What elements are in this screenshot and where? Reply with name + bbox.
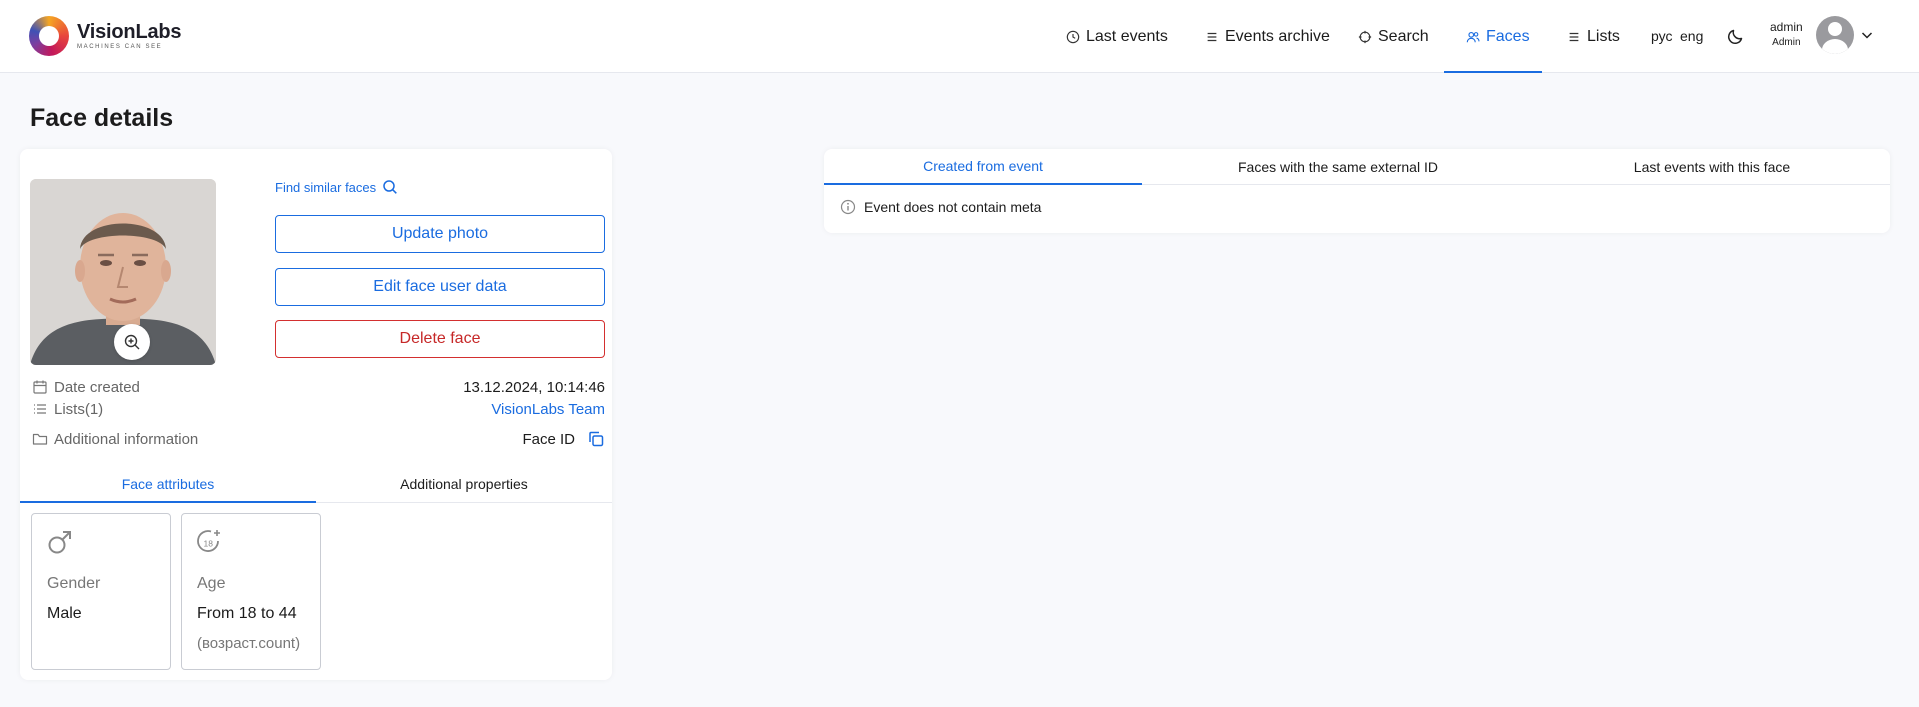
nav-label: Lists: [1587, 27, 1620, 45]
nav-lists[interactable]: Lists: [1567, 0, 1620, 73]
nav-label: Events archive: [1225, 27, 1330, 45]
face-id-label: Face ID: [522, 430, 575, 448]
user-info: admin Admin: [1770, 20, 1803, 50]
users-icon: [1466, 31, 1480, 42]
male-gender-icon: [48, 531, 71, 554]
delete-face-button[interactable]: Delete face: [275, 320, 605, 358]
date-created-value: 13.12.2024, 10:14:46: [463, 378, 605, 396]
age-attribute-card: 18 Age From 18 to 44 (возраст.count): [181, 513, 321, 670]
find-similar-label: Find similar faces: [275, 179, 377, 195]
folder-icon: [32, 433, 48, 445]
zoom-photo-button[interactable]: [114, 324, 150, 360]
face-photo: [30, 179, 216, 365]
list-icon: [34, 404, 46, 414]
gender-label: Gender: [47, 575, 101, 592]
clock-icon: [1066, 30, 1080, 43]
logo-name: VisionLabs: [77, 21, 182, 43]
date-created-row: Date created 13.12.2024, 10:14:46: [32, 377, 605, 397]
tab-last-events-with-face[interactable]: Last events with this face: [1534, 149, 1890, 185]
chevron-down-icon[interactable]: [1860, 28, 1874, 42]
logo-ring-icon: [29, 16, 69, 56]
no-meta-text: Event does not contain meta: [864, 199, 1042, 215]
tab-created-from-event[interactable]: Created from event: [824, 149, 1142, 185]
find-similar-faces-link[interactable]: Find similar faces: [275, 179, 398, 195]
page-title: Face details: [30, 104, 174, 132]
visionlabs-logo[interactable]: VisionLabs MACHINES CAN SEE: [29, 16, 182, 56]
additional-info-label: Additional information: [54, 430, 199, 448]
nav-search[interactable]: Search: [1358, 0, 1429, 73]
nav-events-archive[interactable]: Events archive: [1205, 0, 1330, 73]
face-subtabs: Face attributes Additional properties: [20, 465, 612, 503]
event-tabs: Created from event Faces with the same e…: [824, 149, 1890, 185]
top-header: VisionLabs MACHINES CAN SEE Last events …: [0, 0, 1919, 73]
list-icon: [1207, 32, 1217, 41]
additional-info-row: Additional information Face ID: [32, 429, 605, 449]
nav-label: Last events: [1086, 27, 1168, 45]
calendar-icon: [33, 380, 47, 394]
age-value: From 18 to 44: [197, 605, 297, 622]
edit-face-user-data-button[interactable]: Edit face user data: [275, 268, 605, 306]
update-photo-button[interactable]: Update photo: [275, 215, 605, 253]
copy-icon[interactable]: [587, 430, 605, 448]
face-details-card: Find similar faces Update photo Edit fac…: [20, 149, 612, 680]
age-badge: 18: [204, 539, 214, 549]
gender-value: Male: [47, 605, 82, 622]
nav-last-events[interactable]: Last events: [1066, 0, 1168, 73]
nav-faces[interactable]: Faces: [1466, 0, 1530, 73]
gender-attribute-card: Gender Male: [31, 513, 171, 670]
user-name: admin: [1770, 20, 1803, 34]
lang-eng[interactable]: eng: [1680, 28, 1703, 44]
lists-row: Lists(1) VisionLabs Team: [32, 399, 605, 419]
age-extra: (возраст.count): [197, 635, 301, 652]
moon-icon[interactable]: [1726, 26, 1746, 46]
user-role: Admin: [1772, 37, 1801, 48]
info-icon: [840, 199, 856, 215]
lists-label: Lists(1): [54, 400, 104, 418]
nav-active-indicator: [1444, 71, 1542, 73]
search-target-icon: [1358, 30, 1372, 43]
zoom-in-icon: [124, 334, 140, 350]
lang-rus[interactable]: рус: [1651, 28, 1672, 44]
list-icon: [1569, 32, 1579, 41]
logo-tagline: MACHINES CAN SEE: [77, 44, 163, 50]
nav-label: Search: [1378, 27, 1429, 45]
tab-same-external-id[interactable]: Faces with the same external ID: [1142, 149, 1534, 185]
age-18-icon: 18: [197, 530, 220, 552]
search-icon: [383, 180, 397, 194]
list-link-visionlabs-team[interactable]: VisionLabs Team: [491, 401, 605, 418]
age-label: Age: [197, 575, 226, 592]
tab-additional-properties[interactable]: Additional properties: [316, 465, 612, 502]
event-panel: Created from event Faces with the same e…: [824, 149, 1890, 233]
nav-label: Faces: [1486, 27, 1530, 45]
avatar[interactable]: [1816, 16, 1854, 54]
no-meta-message: Event does not contain meta: [840, 199, 1041, 215]
date-created-label: Date created: [54, 378, 140, 396]
tab-face-attributes[interactable]: Face attributes: [20, 465, 316, 503]
